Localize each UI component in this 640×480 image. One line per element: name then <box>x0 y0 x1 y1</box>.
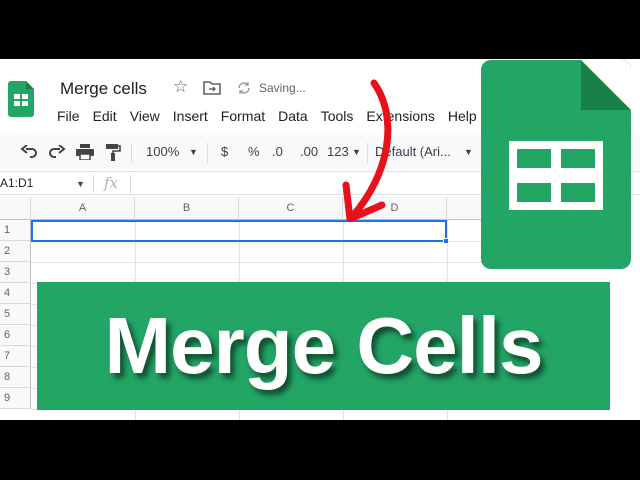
menu-view[interactable]: View <box>130 108 160 124</box>
dropdown-caret-icon[interactable]: ▼ <box>464 147 473 157</box>
star-icon[interactable]: ☆ <box>173 78 188 95</box>
row-header[interactable]: 4 <box>0 283 31 304</box>
letterbox-top <box>0 0 640 59</box>
percent-button[interactable]: % <box>248 144 260 159</box>
row-header[interactable]: 5 <box>0 304 31 325</box>
menu-format[interactable]: Format <box>221 108 265 124</box>
row-header[interactable]: 9 <box>0 388 31 409</box>
column-header-a[interactable]: A <box>31 197 135 220</box>
menu-file[interactable]: File <box>57 108 80 124</box>
row-header[interactable]: 8 <box>0 367 31 388</box>
menu-insert[interactable]: Insert <box>173 108 208 124</box>
sync-icon <box>238 82 250 94</box>
currency-button[interactable]: $ <box>221 144 228 159</box>
paint-format-icon[interactable] <box>105 143 121 161</box>
letterbox-bottom <box>0 420 640 480</box>
decrease-decimal-button[interactable]: .0 <box>272 144 283 159</box>
toolbar-divider <box>207 143 208 163</box>
formula-divider <box>130 175 131 193</box>
cell-selection-a1-d1[interactable] <box>31 220 447 242</box>
redo-icon[interactable] <box>48 145 66 159</box>
toolbar-divider <box>131 143 132 163</box>
row-header[interactable]: 1 <box>0 220 31 241</box>
column-header-c[interactable]: C <box>239 197 343 220</box>
menu-data[interactable]: Data <box>278 108 308 124</box>
red-arrow <box>342 79 392 222</box>
formula-divider <box>93 175 94 193</box>
doc-title[interactable]: Merge cells <box>60 79 147 99</box>
fill-handle[interactable] <box>443 238 449 244</box>
saving-status: Saving... <box>259 81 306 95</box>
dropdown-caret-icon[interactable]: ▼ <box>76 179 85 189</box>
sheets-doc-icon[interactable] <box>8 81 34 117</box>
undo-icon[interactable] <box>20 145 38 159</box>
row-header[interactable]: 6 <box>0 325 31 346</box>
row-header[interactable]: 7 <box>0 346 31 367</box>
sheets-logo <box>481 60 631 269</box>
select-all-corner[interactable] <box>0 197 31 220</box>
increase-decimal-button[interactable]: .00 <box>300 144 318 159</box>
dropdown-caret-icon[interactable]: ▼ <box>189 147 198 157</box>
banner-text: Merge Cells <box>104 301 543 390</box>
print-icon[interactable] <box>76 144 94 160</box>
menu-edit[interactable]: Edit <box>93 108 117 124</box>
zoom-select[interactable]: 100% <box>146 144 179 159</box>
grid-line <box>31 262 501 263</box>
menu-bar: File Edit View Insert Format Data Tools … <box>57 108 490 124</box>
sheets-window: Merge cells ☆ Saving... File Edit View I… <box>0 59 640 420</box>
column-header-b[interactable]: B <box>135 197 239 220</box>
menu-help[interactable]: Help <box>448 108 477 124</box>
row-header[interactable]: 3 <box>0 262 31 283</box>
move-to-folder-icon[interactable] <box>203 80 221 95</box>
row-header[interactable]: 2 <box>0 241 31 262</box>
fx-icon: fx <box>104 174 119 192</box>
title-banner: Merge Cells <box>37 282 610 410</box>
name-box[interactable]: A1:D1 <box>0 176 33 190</box>
